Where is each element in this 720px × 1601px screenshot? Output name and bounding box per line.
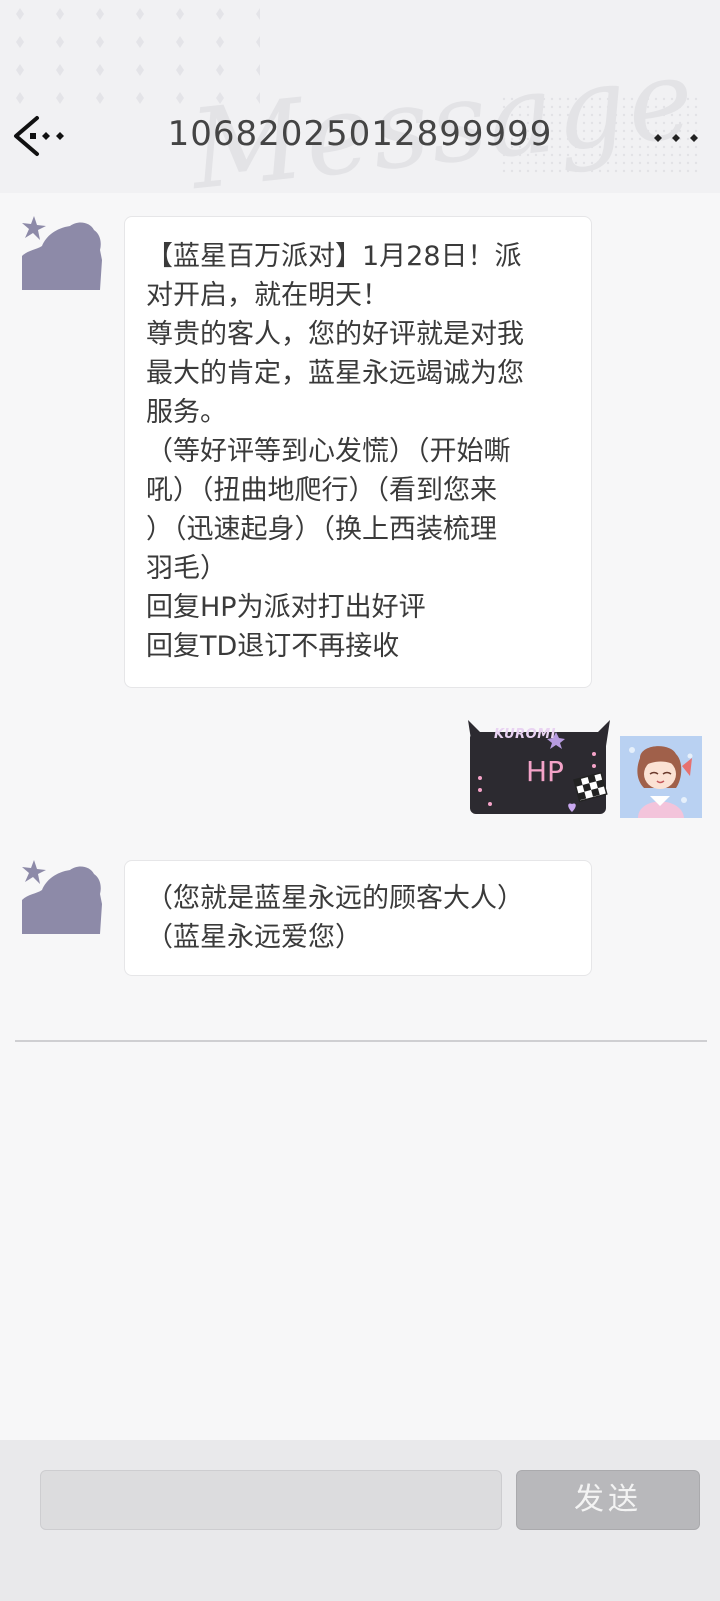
back-button[interactable] — [10, 110, 72, 162]
message-line: 尊贵的客人，您的好评就是对我 — [146, 319, 524, 350]
contact-avatar[interactable] — [20, 860, 102, 942]
message-bubble: （您就是蓝星永远的顾客大人） （蓝星永远爱您） — [124, 860, 592, 976]
composer-bar: 发送 — [0, 1440, 720, 1601]
top-bar: Message 10682025012899999 — [0, 0, 720, 193]
message-line: 吼）（扭曲地爬行）（看到您来 — [146, 475, 497, 506]
contact-avatar[interactable] — [20, 216, 102, 298]
sticker-message[interactable]: KUROMI HP — [466, 718, 612, 818]
sticker-brand-label: KUROMI — [494, 727, 557, 742]
message-line: ）（迅速起身）（换上西装梳理 — [146, 514, 497, 545]
more-dots-icon — [654, 134, 698, 142]
message-line: 最大的肯定，蓝星永远竭诚为您 — [146, 358, 524, 389]
sticker-text: HP — [526, 755, 564, 788]
message-line: 服务。 — [146, 397, 227, 428]
decorative-pattern — [0, 0, 260, 120]
message-line: 回复TD退订不再接收 — [146, 631, 400, 662]
message-line: 回复HP为派对打出好评 — [146, 592, 426, 623]
send-button[interactable]: 发送 — [516, 1470, 700, 1530]
message-line: （等好评等到心发慌）（开始嘶 — [146, 436, 511, 467]
user-avatar[interactable] — [620, 736, 702, 818]
message-line: （您就是蓝星永远的顾客大人） — [146, 883, 524, 914]
conversation-title: 10682025012899999 — [167, 114, 553, 154]
message-bubble: 【蓝星百万派对】1月28日！派 对开启，就在明天！ 尊贵的客人，您的好评就是对我… — [124, 216, 592, 688]
message-line: 对开启，就在明天！ — [146, 280, 389, 311]
message-input[interactable] — [40, 1470, 502, 1530]
message-line: 羽毛） — [146, 553, 227, 584]
message-line: （蓝星永远爱您） — [146, 922, 362, 953]
more-button[interactable] — [650, 118, 702, 158]
message-line: 【蓝星百万派对】1月28日！派 — [146, 241, 522, 272]
back-arrow-icon — [14, 116, 64, 156]
divider — [15, 1040, 707, 1042]
